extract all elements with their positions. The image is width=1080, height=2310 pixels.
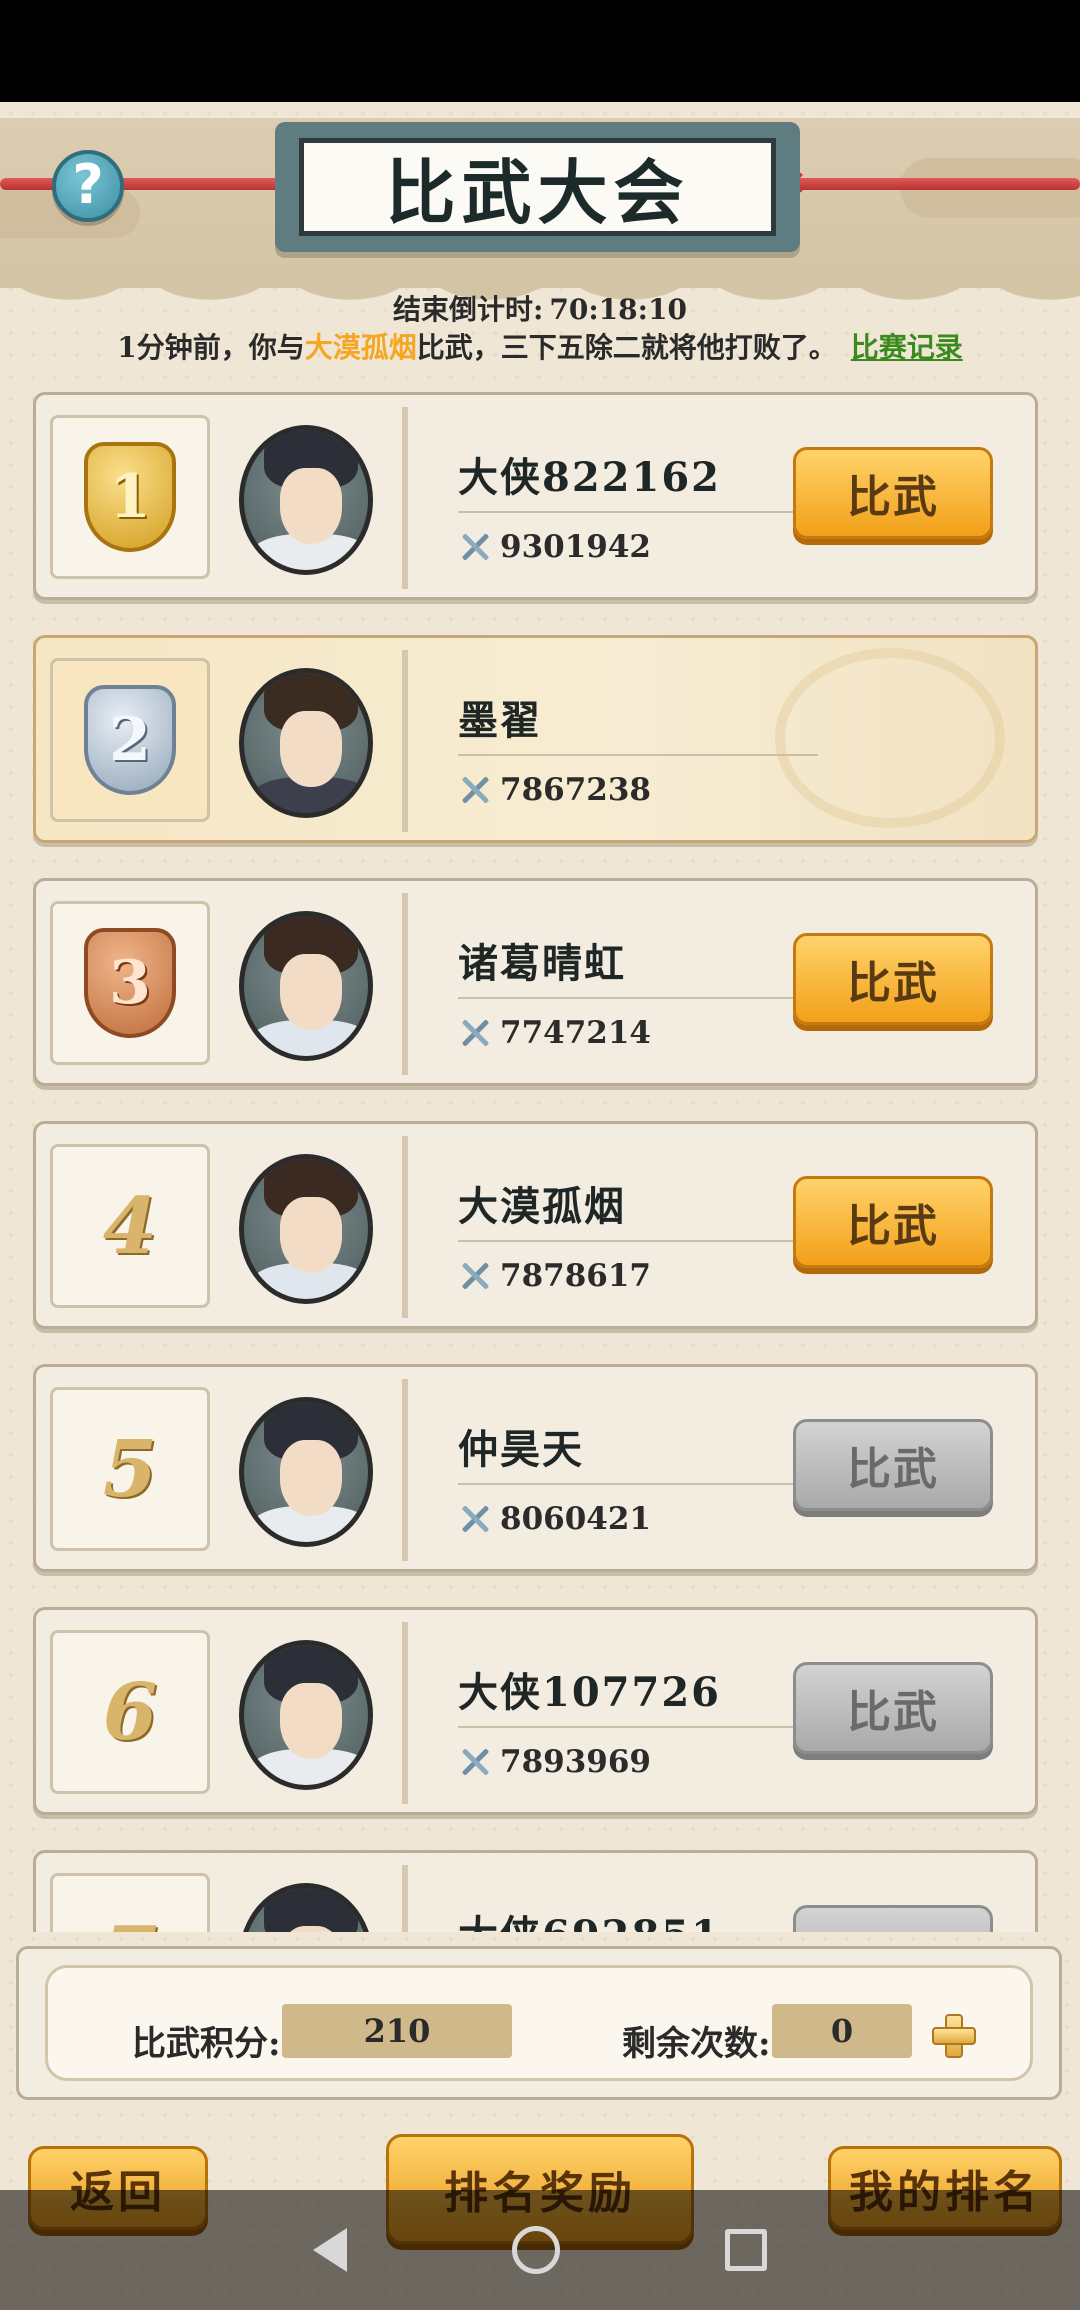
power: 9301942	[458, 529, 651, 565]
challenge-button[interactable]: 比武	[793, 1176, 993, 1268]
rank-number: 6	[102, 1666, 158, 1758]
gold-medal-icon: 1	[84, 442, 176, 552]
rank-number: 7	[103, 1910, 157, 1933]
ranking-list[interactable]: 1 大侠822162 9301942 比武 2 墨翟 7867238 3 诸葛晴…	[0, 380, 1080, 1932]
battle-record-link[interactable]: 比赛记录	[851, 331, 963, 364]
player-name: 大漠孤烟	[458, 1183, 626, 1230]
score-panel: 比武积分: 210 剩余次数: 0	[16, 1946, 1062, 2100]
rank-box: 5	[50, 1387, 210, 1551]
list-item: 5 仲昊天 8060421 比武	[33, 1364, 1038, 1572]
power-value: 7878617	[500, 1258, 651, 1294]
challenge-button[interactable]: 比武	[793, 933, 993, 1025]
avatar[interactable]	[239, 1640, 373, 1790]
list-item: 7 大侠692851	[33, 1850, 1038, 1932]
player-name: 诸葛晴虹	[458, 940, 626, 987]
rank-box: 6	[50, 1630, 210, 1794]
crossed-swords-icon	[458, 773, 492, 807]
rope-right	[790, 178, 1080, 190]
bronze-medal-icon: 3	[84, 928, 176, 1038]
challenge-button-disabled[interactable]	[793, 1905, 993, 1932]
countdown-label: 结束倒计时:	[393, 293, 544, 326]
points-label: 比武积分:	[132, 2024, 281, 2064]
player-info: 墨翟 7867238	[402, 650, 1012, 832]
rank-box: 1	[50, 415, 210, 579]
list-item: 3 诸葛晴虹 7747214 比武	[33, 878, 1038, 1086]
home-circle-icon[interactable]	[511, 2226, 560, 2274]
rank-box: 4	[50, 1144, 210, 1308]
player-name: 墨翟	[458, 697, 542, 744]
silver-medal-icon: 2	[84, 685, 176, 795]
avatar[interactable]	[239, 425, 373, 575]
remaining-label: 剩余次数:	[622, 2024, 771, 2064]
power-value: 7747214	[500, 1015, 651, 1051]
list-item: 6 大侠107726 7893969 比武	[33, 1607, 1038, 1815]
rank-box: 2	[50, 658, 210, 822]
crossed-swords-icon	[458, 1502, 492, 1536]
crossed-swords-icon	[458, 1259, 492, 1293]
player-name: 大侠107726	[458, 1669, 721, 1716]
system-nav-bar	[0, 2190, 1080, 2310]
avatar[interactable]	[239, 1883, 373, 1932]
rank-number: 5	[102, 1423, 158, 1515]
challenge-button-disabled[interactable]: 比武	[793, 1419, 993, 1511]
battle-notice: 1分钟前，你与大漠孤烟比武，三下五除二就将他打败了。 比赛记录	[0, 326, 1080, 366]
notice-suffix: 比武，三下五除二就将他打败了。	[416, 331, 837, 364]
game-screen: ✕ ✕ ? 比武大会 结束倒计时:70:18:10 1分钟前，你与大漠孤烟比武，…	[0, 0, 1080, 2310]
power-value: 7893969	[500, 1744, 651, 1780]
rope-left	[0, 178, 290, 190]
help-button[interactable]: ?	[52, 150, 124, 222]
player-name: 仲昊天	[458, 1426, 584, 1473]
list-item: 4 大漠孤烟 7878617 比武	[33, 1121, 1038, 1329]
challenge-button-disabled[interactable]: 比武	[793, 1662, 993, 1754]
avatar[interactable]	[239, 911, 373, 1061]
status-bar	[0, 0, 1080, 102]
avatar[interactable]	[239, 1397, 373, 1547]
crossed-swords-icon	[458, 1745, 492, 1779]
power-value: 9301942	[500, 529, 651, 565]
rank-box: 3	[50, 901, 210, 1065]
countdown-value: 70:18:10	[549, 293, 687, 326]
avatar[interactable]	[239, 668, 373, 818]
remaining-value: 0	[772, 2004, 912, 2058]
avatar[interactable]	[239, 1154, 373, 1304]
list-item-self: 2 墨翟 7867238	[33, 635, 1038, 843]
challenge-button[interactable]: 比武	[793, 447, 993, 539]
points-value: 210	[282, 2004, 512, 2058]
countdown: 结束倒计时: 70:18:10	[0, 288, 1080, 328]
power: 7867238	[458, 772, 651, 808]
player-name: 大侠822162	[458, 454, 721, 501]
power: 7878617	[458, 1258, 651, 1294]
rank-number: 4	[102, 1180, 158, 1272]
crossed-swords-icon	[458, 1016, 492, 1050]
list-item: 1 大侠822162 9301942 比武	[33, 392, 1038, 600]
page-title: 比武大会	[385, 150, 690, 234]
power-value: 8060421	[500, 1501, 651, 1537]
power-value: 7867238	[500, 772, 651, 808]
notice-prefix: 1分钟前，你与	[117, 331, 305, 364]
rank-box: 7	[50, 1873, 210, 1932]
recent-apps-square-icon[interactable]	[725, 2229, 768, 2271]
power: 7747214	[458, 1015, 651, 1051]
crossed-swords-icon	[458, 530, 492, 564]
title-plaque: 比武大会	[275, 122, 800, 252]
back-triangle-icon[interactable]	[312, 2228, 347, 2272]
player-name: 大侠692851	[458, 1903, 721, 1932]
power: 8060421	[458, 1501, 651, 1537]
notice-opponent: 大漠孤烟	[304, 331, 417, 364]
add-attempts-plus-icon[interactable]	[932, 2014, 976, 2058]
power: 7893969	[458, 1744, 651, 1780]
